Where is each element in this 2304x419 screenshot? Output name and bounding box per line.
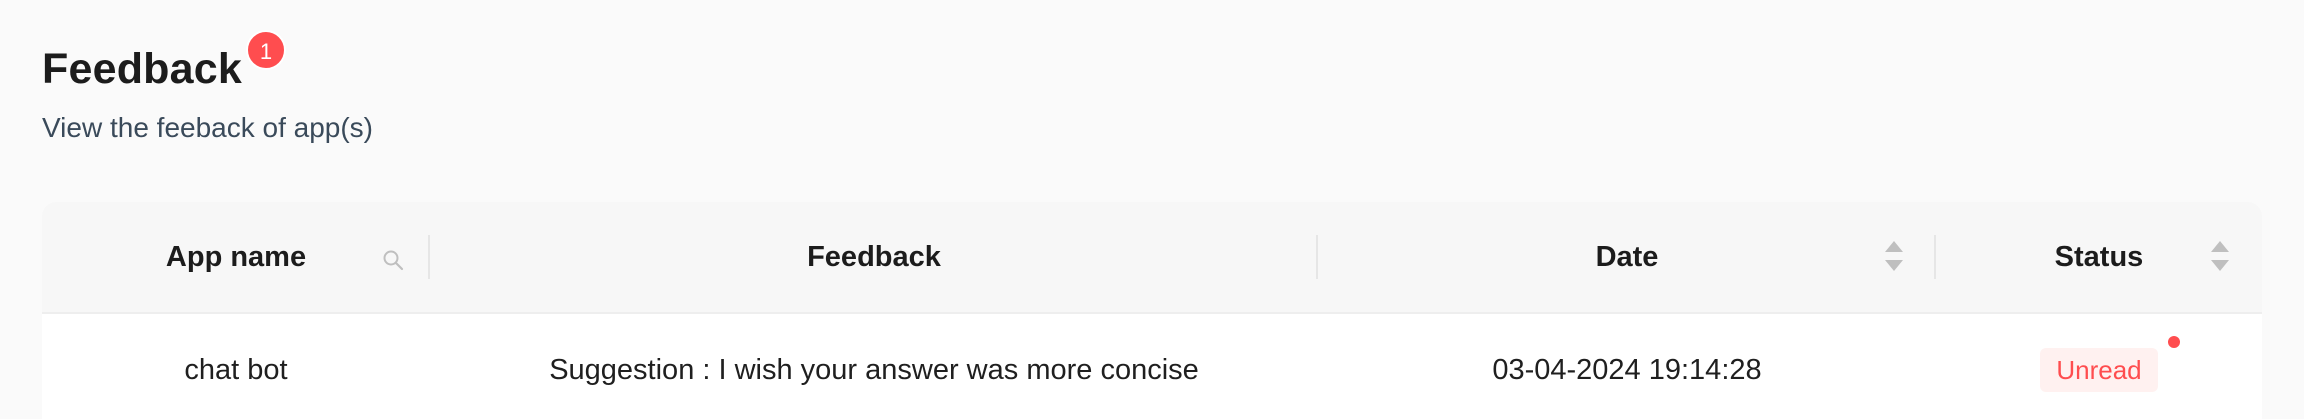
title-row: Feedback 1 <box>42 30 286 98</box>
sort-ascending-icon <box>1885 241 1903 252</box>
cell-status: Unread <box>1936 336 2262 392</box>
cell-app-name: chat bot <box>184 353 288 386</box>
feedback-page: Feedback 1 View the feeback of app(s) Ap… <box>0 0 2304 419</box>
page-title: Feedback <box>42 45 242 93</box>
status-badge-wrapper: Unread <box>2040 336 2180 392</box>
notification-badge: 1 <box>245 30 286 70</box>
column-header-label: Date <box>1595 240 1659 273</box>
column-header-label: Feedback <box>807 240 941 273</box>
cell-feedback: Suggestion : I wish your answer was more… <box>549 353 1199 386</box>
table-row[interactable]: chat bot Suggestion : I wish your answer… <box>42 314 2262 419</box>
sort-ascending-icon <box>2211 241 2229 252</box>
sort-icon[interactable] <box>1884 240 1904 272</box>
cell-date: 03-04-2024 19:14:28 <box>1492 353 1762 386</box>
column-header-date[interactable]: Date <box>1318 202 1936 312</box>
column-header-feedback: Feedback <box>430 202 1318 312</box>
table-body: chat bot Suggestion : I wish your answer… <box>42 314 2262 419</box>
sort-icon[interactable] <box>2210 240 2230 272</box>
column-header-label: Status <box>2054 240 2144 273</box>
search-icon[interactable] <box>382 246 404 271</box>
sort-descending-icon <box>2211 260 2229 271</box>
column-header-label: App name <box>165 240 307 273</box>
column-header-app-name: App name <box>42 202 430 312</box>
feedback-table: App name Feedback Date Status chat bot S… <box>42 202 2262 419</box>
table-header: App name Feedback Date Status <box>42 202 2262 314</box>
unread-dot-icon <box>2167 336 2180 348</box>
status-badge: Unread <box>2040 348 2158 392</box>
column-header-status[interactable]: Status <box>1936 202 2262 312</box>
page-subtitle: View the feeback of app(s) <box>42 112 374 143</box>
sort-descending-icon <box>1885 260 1903 271</box>
